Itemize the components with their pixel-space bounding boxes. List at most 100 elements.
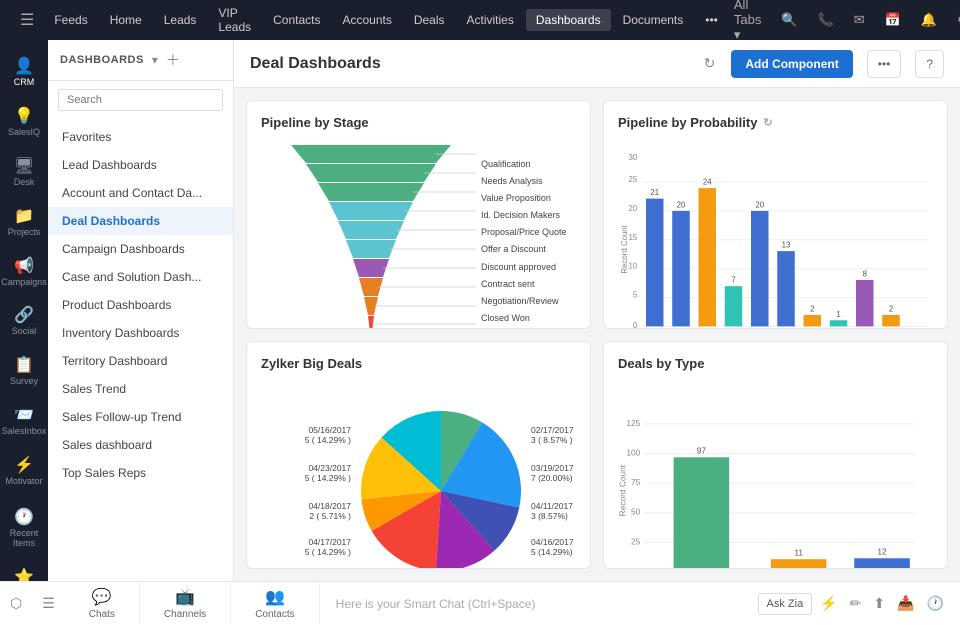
nav-item-followup[interactable]: Sales Follow-up Trend xyxy=(48,403,233,431)
bar-40 xyxy=(699,188,717,326)
funnel-label-2: Needs Analysis xyxy=(481,173,567,190)
phone-icon[interactable]: 📞 xyxy=(812,8,840,32)
nav-item-deal[interactable]: Deal Dashboards xyxy=(48,207,233,235)
funnel-svg xyxy=(261,145,481,329)
notifications-icon[interactable]: 🔔 xyxy=(915,8,943,32)
nav-sidebar-add[interactable]: ＋ xyxy=(166,50,180,70)
nav-deals[interactable]: Deals xyxy=(404,9,455,31)
expand-icon[interactable]: ⬡ xyxy=(0,595,32,612)
upload-icon[interactable]: ⬆ xyxy=(869,591,889,616)
nav-item-territory[interactable]: Territory Dashboard xyxy=(48,347,233,375)
nav-more[interactable]: ••• xyxy=(695,9,728,31)
funnel-label-10: Closed Won xyxy=(481,310,567,327)
funnel-label-7: Discount approved xyxy=(481,259,567,276)
funnel-label-3: Value Proposition xyxy=(481,190,567,207)
nav-feeds[interactable]: Feeds xyxy=(44,9,97,31)
pie-label-0516: 05/16/20175 ( 14.29% ) xyxy=(261,425,351,445)
recent-icon: 🕐 xyxy=(14,507,34,527)
svg-text:25: 25 xyxy=(631,536,641,546)
nav-activities[interactable]: Activities xyxy=(457,9,524,31)
clock-icon[interactable]: 🕐 xyxy=(923,591,948,616)
nav-item-sales-trend[interactable]: Sales Trend xyxy=(48,375,233,403)
sidebar-crm[interactable]: 👤 CRM xyxy=(2,48,46,96)
hamburger-icon[interactable]: ☰ xyxy=(10,10,44,30)
pie-label-0416: 04/16/20175 (14.29%) xyxy=(531,537,591,557)
svg-text:100: 100 xyxy=(626,447,640,457)
nav-item-campaign[interactable]: Campaign Dashboards xyxy=(48,235,233,263)
page-title: Deal Dashboards xyxy=(250,55,694,73)
sidebar-motivator[interactable]: ⚡ Motivator xyxy=(2,447,46,495)
sidebar-desk[interactable]: 🖥 Desk xyxy=(2,148,46,196)
svg-text:Record Count: Record Count xyxy=(620,224,629,273)
nav-item-lead[interactable]: Lead Dashboards xyxy=(48,151,233,179)
calendar-icon[interactable]: 📅 xyxy=(879,8,907,32)
sidebar-survey[interactable]: 📋 Survey xyxy=(2,347,46,395)
nav-sidebar-search-input[interactable] xyxy=(58,89,223,111)
nav-leads[interactable]: Leads xyxy=(154,9,207,31)
probability-chart-svg: 0 5 10 15 20 25 30 Record Count xyxy=(618,140,933,329)
funnel-label-8: Contract sent xyxy=(481,276,567,293)
sidebar-salesiq[interactable]: 💡 SalesIQ xyxy=(2,98,46,146)
svg-text:20: 20 xyxy=(755,200,764,209)
help-button[interactable]: ? xyxy=(915,50,944,78)
bottom-right: Ask Zia ⚡ ✏ ⬆ 📥 🕐 xyxy=(758,591,960,616)
zia-icon[interactable]: ⚡ xyxy=(816,591,841,616)
funnel-labels: Qualification Needs Analysis Value Propo… xyxy=(481,156,567,329)
pipeline-by-stage-title: Pipeline by Stage xyxy=(261,115,576,130)
ask-zia-button[interactable]: Ask Zia xyxy=(758,593,813,615)
nav-sidebar-dropdown[interactable]: ▾ xyxy=(152,53,158,67)
nav-accounts[interactable]: Accounts xyxy=(332,9,401,31)
download-icon[interactable]: 📥 xyxy=(893,591,918,616)
nav-vip-leads[interactable]: VIP Leads xyxy=(208,2,261,38)
sidebar-salesinbox[interactable]: 📨 SalesInbox xyxy=(2,397,46,445)
sidebar-recent[interactable]: 🕐 Recent Items xyxy=(2,499,46,557)
nav-item-favorites[interactable]: Favorites xyxy=(48,123,233,151)
svg-text:15: 15 xyxy=(629,233,638,242)
motivator-icon: ⚡ xyxy=(14,455,34,475)
svg-text:0: 0 xyxy=(636,566,641,569)
bar-90 xyxy=(856,280,874,326)
deals-by-type-card: Deals by Type 0 25 50 75 100 125 Record … xyxy=(603,341,948,570)
contacts-icon: 👥 xyxy=(265,587,285,607)
campaigns-icon: 📢 xyxy=(14,256,34,276)
more-options-button[interactable]: ••• xyxy=(867,50,902,78)
nav-item-product[interactable]: Product Dashboards xyxy=(48,291,233,319)
nav-item-case[interactable]: Case and Solution Dash... xyxy=(48,263,233,291)
svg-text:50: 50 xyxy=(631,506,641,516)
search-icon[interactable]: 🔍 xyxy=(775,8,803,32)
bar-50 xyxy=(725,286,743,326)
channels-tab[interactable]: 📺 Channels xyxy=(140,583,231,624)
funnel-label-9: Negotiation/Review xyxy=(481,293,567,310)
funnel-label-11: Closed Lost xyxy=(481,327,567,329)
sidebar-favorites[interactable]: ⭐ Favorites xyxy=(2,559,46,581)
contacts-tab[interactable]: 👥 Contacts xyxy=(231,583,319,624)
icon-sidebar: 👤 CRM 💡 SalesIQ 🖥 Desk 📁 Projects 📢 Camp… xyxy=(0,40,48,581)
nav-item-inventory[interactable]: Inventory Dashboards xyxy=(48,319,233,347)
channels-icon: 📺 xyxy=(175,587,195,607)
list-icon[interactable]: ☰ xyxy=(32,595,65,612)
compose-icon[interactable]: ✏ xyxy=(846,591,866,616)
settings-icon[interactable]: ⚙ xyxy=(951,8,960,32)
add-component-button[interactable]: Add Component xyxy=(731,50,852,78)
nav-contacts[interactable]: Contacts xyxy=(263,9,330,31)
deals-type-svg: 0 25 50 75 100 125 Record Count xyxy=(618,381,933,570)
nav-item-account[interactable]: Account and Contact Da... xyxy=(48,179,233,207)
sidebar-projects[interactable]: 📁 Projects xyxy=(2,198,46,246)
nav-sidebar-header: DASHBOARDS ▾ ＋ xyxy=(48,40,233,81)
nav-documents[interactable]: Documents xyxy=(613,9,694,31)
sidebar-social[interactable]: 🔗 Social xyxy=(2,297,46,345)
mail-icon[interactable]: ✉ xyxy=(848,8,871,32)
nav-item-top-sales[interactable]: Top Sales Reps xyxy=(48,459,233,487)
chat-tab[interactable]: 💬 Chats xyxy=(65,583,140,624)
svg-text:25: 25 xyxy=(629,175,638,184)
bottom-tabs: 💬 Chats 📺 Channels 👥 Contacts xyxy=(65,583,320,624)
nav-home[interactable]: Home xyxy=(100,9,152,31)
svg-text:Record Count: Record Count xyxy=(618,464,627,516)
nav-item-sales-dash[interactable]: Sales dashboard xyxy=(48,431,233,459)
sidebar-campaigns[interactable]: 📢 Campaigns xyxy=(2,248,46,296)
svg-text:20: 20 xyxy=(629,204,638,213)
refresh-button[interactable]: ↻ xyxy=(704,55,716,72)
funnel-label-4: Id. Decision Makers xyxy=(481,207,567,224)
nav-dashboards[interactable]: Dashboards xyxy=(526,9,611,31)
bottom-left: ⬡ ☰ xyxy=(0,595,65,612)
